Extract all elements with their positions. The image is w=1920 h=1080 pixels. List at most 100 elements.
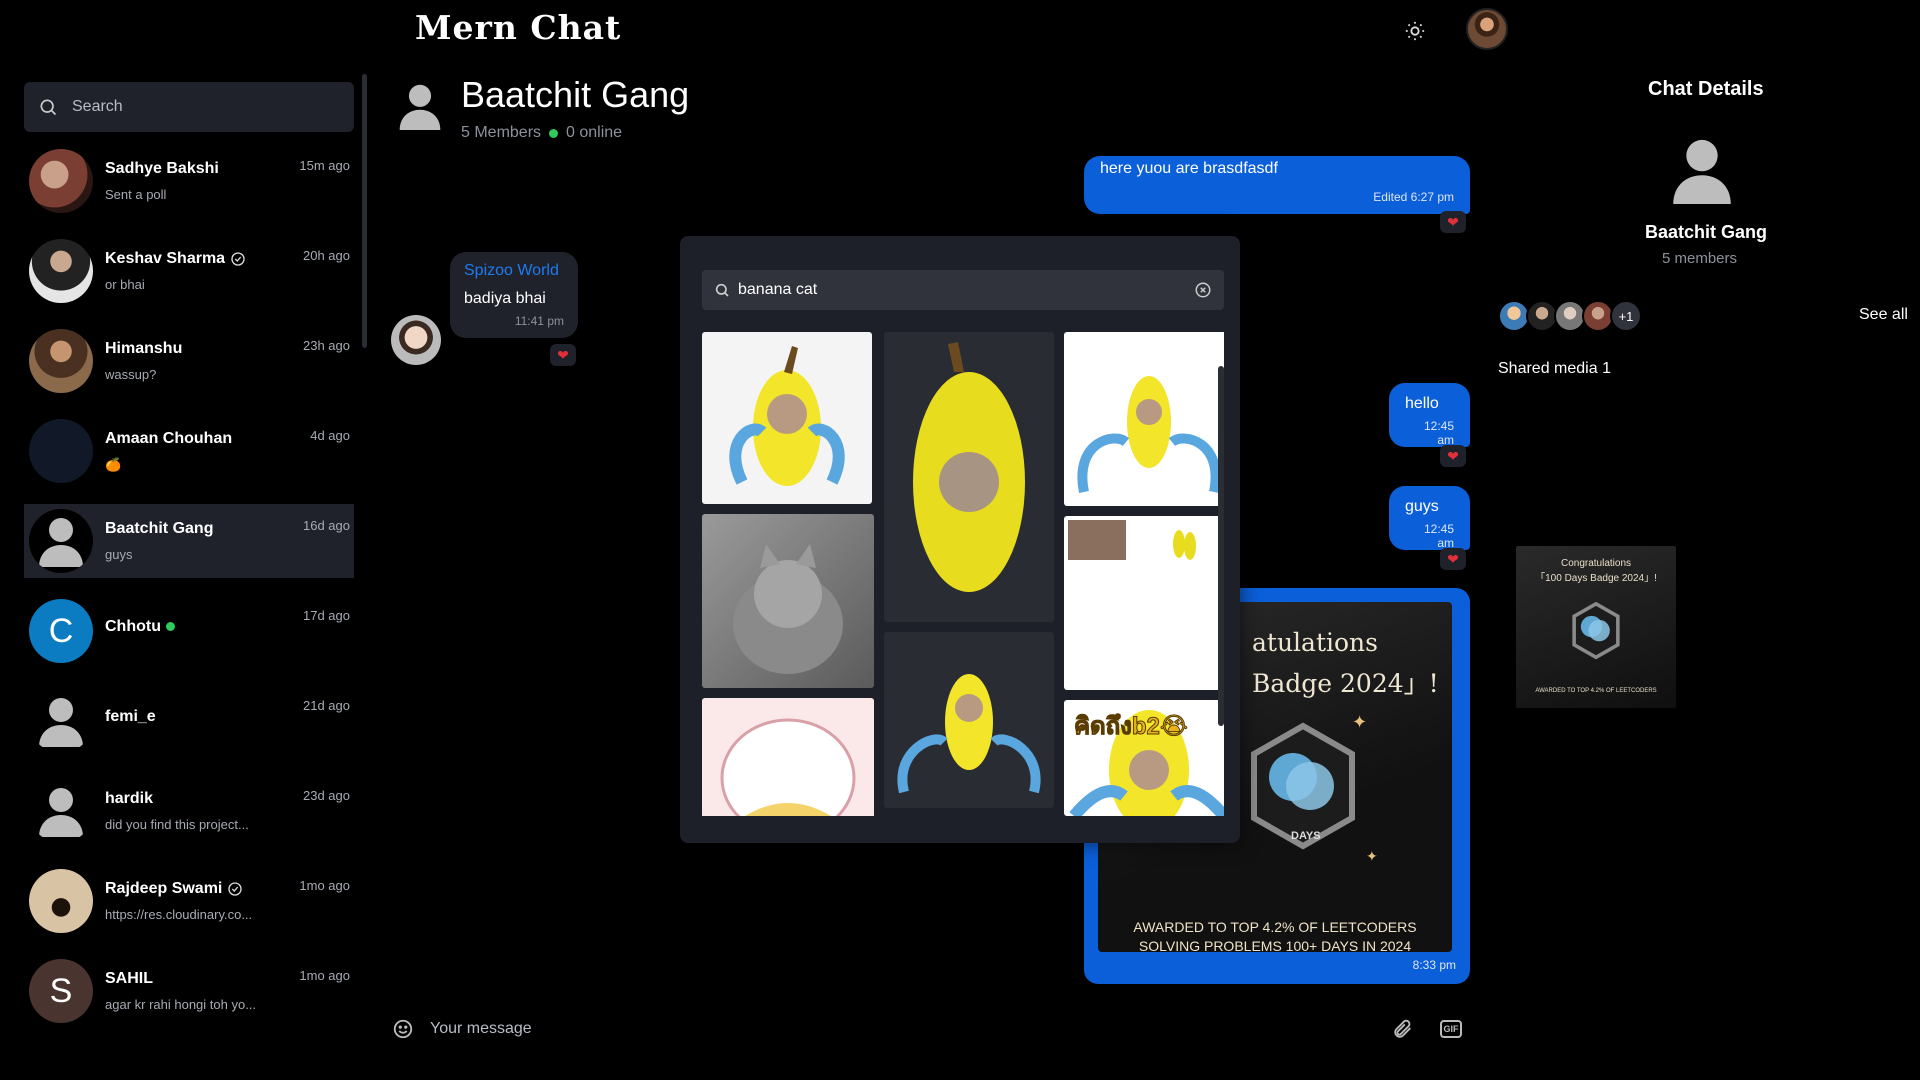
chat-item-sahil[interactable]: S SAHIL agar kr rahi hongi toh yo... 1mo … xyxy=(24,954,354,1028)
badge-days-label: DAYS xyxy=(1291,830,1321,842)
gif-picker: คิดถึงb2😭 xyxy=(680,236,1240,843)
chat-last-message: or bhai xyxy=(105,277,145,292)
heart-reaction[interactable]: ❤ xyxy=(1440,211,1466,233)
banana-cat-gif xyxy=(729,346,845,486)
image-award-line1: AWARDED TO TOP 4.2% OF LEETCODERS xyxy=(1133,919,1417,935)
heart-reaction[interactable]: ❤ xyxy=(1440,445,1466,467)
details-title: Chat Details xyxy=(1648,78,1764,100)
banana-cat-gif xyxy=(1077,376,1221,493)
avatar xyxy=(29,329,93,393)
default-user-icon xyxy=(39,788,83,837)
cartoon-cat-gif xyxy=(720,718,856,816)
chat-item-himanshu[interactable]: Himanshu wassup? 23h ago xyxy=(24,324,354,398)
kitten-gif xyxy=(733,544,843,674)
message-time: 12:45 am xyxy=(1423,419,1454,447)
image-text-line2: Badge 2024」! xyxy=(1252,669,1439,698)
shared-media-label: Shared media 1 xyxy=(1498,360,1611,377)
emoji-icon[interactable] xyxy=(392,1018,414,1040)
chat-item-rajdeep-swami[interactable]: Rajdeep Swami https://res.cloudinary.co..… xyxy=(24,864,354,938)
gif-result[interactable] xyxy=(702,332,872,504)
member-avatars[interactable]: +1 xyxy=(1498,300,1642,332)
more-members-badge[interactable]: +1 xyxy=(1610,300,1642,332)
heart-icon: ❤ xyxy=(1447,213,1459,230)
avatar xyxy=(29,509,93,573)
message-text: hello xyxy=(1405,395,1439,412)
chat-time: 17d ago xyxy=(303,608,350,623)
chat-last-message: guys xyxy=(105,547,133,562)
banana-cat-gif xyxy=(897,674,1041,794)
default-user-icon xyxy=(39,518,83,567)
gif-result[interactable] xyxy=(702,514,874,688)
chat-item-hardik[interactable]: hardik did you find this project... 23d a… xyxy=(24,774,354,848)
group-avatar-icon xyxy=(399,84,441,130)
clear-icon[interactable] xyxy=(1194,281,1212,299)
chat-item-sadhye-bakshi[interactable]: Sadhye Bakshi Sent a poll 15m ago xyxy=(24,144,354,218)
chat-last-message: Sent a poll xyxy=(105,187,167,202)
message-outgoing[interactable]: hello 12:45 am xyxy=(1389,383,1470,447)
chat-item-baatchit-gang[interactable]: Baatchit Gang guys 16d ago xyxy=(24,504,354,578)
chat-time: 1mo ago xyxy=(299,968,350,983)
theme-toggle-button[interactable] xyxy=(1400,16,1430,46)
online-indicator xyxy=(549,128,559,138)
chat-time: 23h ago xyxy=(303,338,350,353)
sender-name[interactable]: Spizoo World xyxy=(464,262,564,280)
gif-button[interactable]: GIF xyxy=(1440,1020,1462,1038)
message-outgoing[interactable]: guys 12:45 am xyxy=(1389,486,1470,550)
sidebar-scrollbar[interactable] xyxy=(362,74,367,348)
image-text-line1: atulations xyxy=(1252,628,1378,657)
message-outgoing[interactable]: here yuou are brasdfasdf Edited 6:27 pm xyxy=(1084,156,1470,214)
thumb-line2: 「100 Days Badge 2024」! xyxy=(1535,573,1657,584)
attachment-icon[interactable] xyxy=(1392,1018,1414,1040)
user-avatar[interactable] xyxy=(1466,8,1508,50)
avatar: C xyxy=(29,599,93,663)
avatar xyxy=(29,149,93,213)
gif-result[interactable] xyxy=(702,698,874,816)
message-input[interactable] xyxy=(430,1020,1330,1038)
heart-reaction[interactable]: ❤ xyxy=(550,344,576,366)
chat-item-chhotu[interactable]: C Chhotu 17d ago xyxy=(24,594,354,668)
heart-reaction[interactable]: ❤ xyxy=(1440,548,1466,570)
chat-title: Baatchit Gang xyxy=(461,74,690,115)
message-time: 12:45 am xyxy=(1423,522,1454,550)
gif-result[interactable] xyxy=(884,332,1054,622)
thumb-line1: Congratulations xyxy=(1560,558,1632,569)
edited-label: Edited xyxy=(1373,190,1408,204)
chat-item-keshav-sharma[interactable]: Keshav Sharma or bhai 20h ago xyxy=(24,234,354,308)
search-icon xyxy=(40,99,57,116)
message-text: badiya bhai xyxy=(464,290,546,307)
heart-icon: ❤ xyxy=(1447,550,1459,567)
app-logo: Mern Chat xyxy=(415,8,622,47)
search-input[interactable] xyxy=(72,98,312,116)
gif-result[interactable] xyxy=(884,632,1054,808)
sparkle-icon: ✦ xyxy=(1352,712,1368,732)
chat-last-message: did you find this project... xyxy=(105,817,249,832)
gif-result[interactable]: คิดถึงb2😭 xyxy=(1064,700,1224,816)
banana-cat-gif xyxy=(913,342,1025,592)
thumb-line3: AWARDED TO TOP 4.2% OF LEETCODERS xyxy=(1535,688,1657,694)
group-avatar-icon xyxy=(1673,139,1731,204)
members-count: 5 Members xyxy=(461,124,542,141)
shared-media-thumbnail[interactable]: Congratulations 「100 Days Badge 2024」! AW… xyxy=(1516,546,1676,708)
chat-item-femi-e[interactable]: femi_e 21d ago xyxy=(24,684,354,758)
avatar: S xyxy=(29,959,93,1023)
gif-search-bar xyxy=(702,270,1224,310)
gif-result[interactable] xyxy=(1064,516,1224,690)
default-user-icon xyxy=(39,698,83,747)
gif-scrollbar[interactable] xyxy=(1218,366,1224,726)
chat-time: 16d ago xyxy=(303,518,350,533)
gif-search-input[interactable] xyxy=(738,281,1186,299)
details-member-count: 5 members xyxy=(1662,250,1738,267)
chat-last-message: 🍊 xyxy=(105,456,122,472)
online-indicator xyxy=(165,622,175,631)
message-incoming[interactable]: Spizoo World badiya bhai 11:41 pm xyxy=(450,252,578,338)
avatar xyxy=(29,419,93,483)
see-all-link[interactable]: See all xyxy=(1859,306,1908,324)
chat-item-amaan-chouhan[interactable]: Amaan Chouhan 🍊 4d ago xyxy=(24,414,354,488)
chat-time: 20h ago xyxy=(303,248,350,263)
details-group-name: Baatchit Gang xyxy=(1645,222,1768,242)
chat-subtitle: 5 Members 0 online xyxy=(461,124,622,142)
gif-result[interactable] xyxy=(1064,332,1224,506)
sender-avatar[interactable] xyxy=(391,315,441,365)
chat-time: 21d ago xyxy=(303,698,350,713)
chat-time: 1mo ago xyxy=(299,878,350,893)
